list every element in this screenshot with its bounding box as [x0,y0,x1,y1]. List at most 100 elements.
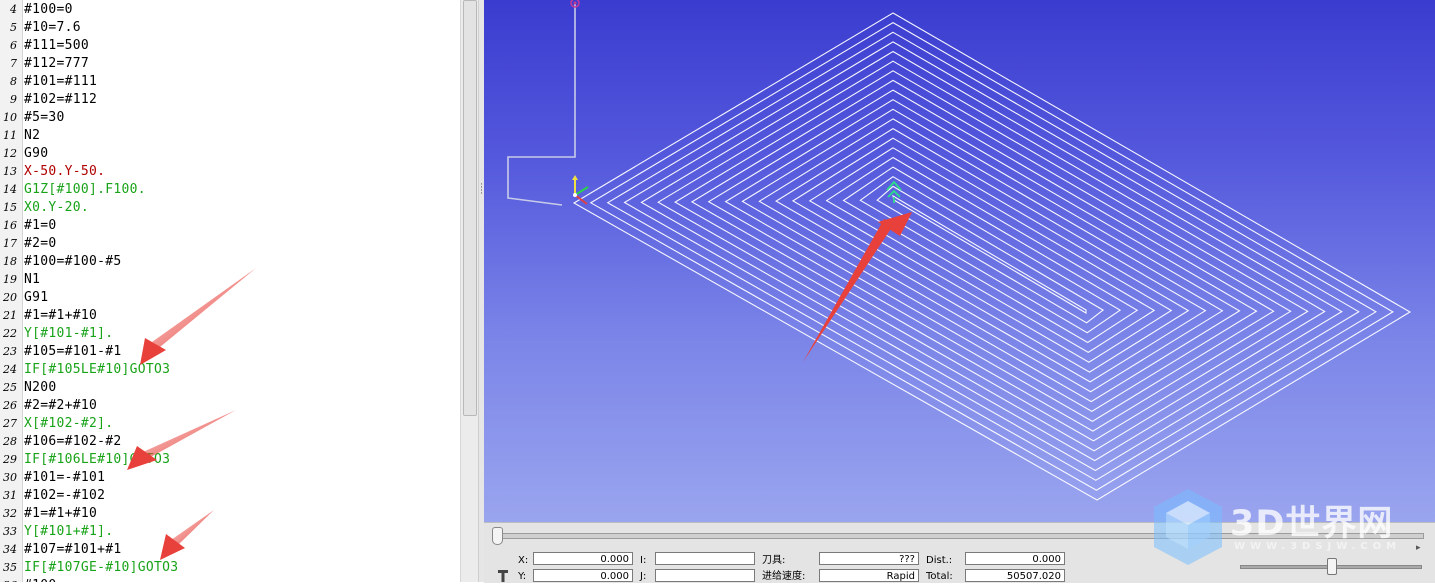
code-text[interactable]: #101=#111 [24,73,97,91]
code-line[interactable]: 25 N200 [0,379,460,397]
scrollbar-thumb[interactable] [463,0,477,416]
code-line[interactable]: 28 #106=#102-#2 [0,433,460,451]
code-line[interactable]: 32 #1=#1+#10 [0,505,460,523]
code-text[interactable]: G90 [24,145,48,163]
line-number: 34 [3,543,17,556]
line-number: 16 [3,219,17,232]
tool-label: 刀具: [762,555,786,566]
spiral-loop [758,118,1224,393]
line-number: 24 [3,363,17,376]
code-text[interactable]: #102=-#102 [24,487,105,505]
code-line[interactable]: 7 #112=777 [0,55,460,73]
code-line[interactable]: 17 #2=0 [0,235,460,253]
code-text[interactable]: Y[#101-#1]. [24,325,113,343]
code-text[interactable]: #1=#1+#10 [24,307,97,325]
watermark-cube-icon [1154,489,1222,565]
origin-axes-icon [572,175,589,205]
code-line[interactable]: 10 #5=30 [0,109,460,127]
code-text[interactable]: #100=0 [24,1,73,19]
code-text[interactable]: N2 [24,127,40,145]
line-number: 19 [3,273,17,286]
code-line[interactable]: 36 #100 [0,577,460,582]
code-text[interactable]: #2=0 [24,235,57,253]
code-line[interactable]: 35 IF[#107GE-#10]GOTO3 [0,559,460,577]
code-text[interactable]: #101=-#101 [24,469,105,487]
code-text[interactable]: #100 [24,577,57,582]
i-field[interactable] [655,552,755,565]
code-text[interactable]: G1Z[#100].F100. [24,181,146,199]
code-line[interactable]: 27 X[#102-#2]. [0,415,460,433]
code-text[interactable]: Y[#101+#1]. [24,523,113,541]
tool-icon[interactable] [497,570,509,582]
code-line[interactable]: 15 X0.Y-20. [0,199,460,217]
code-line[interactable]: 31 #102=-#102 [0,487,460,505]
code-text[interactable]: #107=#101+#1 [24,541,122,559]
code-line[interactable]: 14 G1Z[#100].F100. [0,181,460,199]
code-text[interactable]: X[#102-#2]. [24,415,113,433]
code-text[interactable]: N200 [24,379,57,397]
line-number: 22 [3,327,17,340]
x-field[interactable]: 0.000 [533,552,633,565]
code-text[interactable]: #10=7.6 [24,19,81,37]
line-number: 36 [0,577,17,582]
code-text[interactable]: X0.Y-20. [24,199,89,217]
spiral-loop [589,21,1394,491]
code-line[interactable]: 29 IF[#106LE#10]GOTO3 [0,451,460,469]
dist-label: Dist.: [926,555,953,566]
line-number: 23 [3,345,17,358]
x-label: X: [518,555,529,566]
code-line[interactable]: 11 N2 [0,127,460,145]
code-text[interactable]: #111=500 [24,37,89,55]
line-number: 28 [3,435,17,448]
code-text[interactable]: #2=#2+#10 [24,397,97,415]
code-line[interactable]: 13 X-50.Y-50. [0,163,460,181]
code-line[interactable]: 23 #105=#101-#1 [0,343,460,361]
code-line[interactable]: 19 N1 [0,271,460,289]
code-text[interactable]: X-50.Y-50. [24,163,105,181]
code-line[interactable]: 21 #1=#1+#10 [0,307,460,325]
watermark-text: 3D世界网 [1230,504,1394,544]
code-line[interactable]: 30 #101=-#101 [0,469,460,487]
line-number: 5 [10,21,17,34]
code-text[interactable]: IF[#105LE#10]GOTO3 [24,361,170,379]
code-text[interactable]: IF[#107GE-#10]GOTO3 [24,559,178,577]
code-line[interactable]: 34 #107=#101+#1 [0,541,460,559]
y-field[interactable]: 0.000 [533,569,633,582]
code-text[interactable]: N1 [24,271,40,289]
code-text[interactable]: #102=#112 [24,91,97,109]
toolpath-3d-viewport[interactable] [484,0,1435,522]
code-text[interactable]: #5=30 [24,109,65,127]
code-line[interactable]: 5 #10=7.6 [0,19,460,37]
line-number: 11 [3,129,17,142]
code-line[interactable]: 9 #102=#112 [0,91,460,109]
timeline-thumb[interactable] [492,527,503,545]
code-line[interactable]: 20 G91 [0,289,460,307]
spiral-loop [808,147,1173,363]
code-text[interactable]: #1=0 [24,217,57,235]
code-line[interactable]: 26 #2=#2+#10 [0,397,460,415]
code-line[interactable]: 12 G90 [0,145,460,163]
feed-field[interactable]: Rapid [819,569,919,582]
code-line[interactable]: 24 IF[#105LE#10]GOTO3 [0,361,460,379]
j-field[interactable] [655,569,755,582]
code-text[interactable]: G91 [24,289,48,307]
code-text[interactable]: #100=#100-#5 [24,253,122,271]
code-text[interactable]: #112=777 [24,55,89,73]
code-text[interactable]: IF[#106LE#10]GOTO3 [24,451,170,469]
code-line[interactable]: 6 #111=500 [0,37,460,55]
code-line[interactable]: 8 #101=#111 [0,73,460,91]
editor-vertical-scrollbar[interactable] [460,0,478,582]
code-line[interactable]: 22 Y[#101-#1]. [0,325,460,343]
code-line[interactable]: 16 #1=0 [0,217,460,235]
dist-field[interactable]: 0.000 [965,552,1065,565]
code-line[interactable]: 33 Y[#101+#1]. [0,523,460,541]
code-text[interactable]: #106=#102-#2 [24,433,122,451]
tool-field[interactable]: ??? [819,552,919,565]
code-editor[interactable]: 4 #100=0 5 #10=7.6 6 #111=500 7 #112=777 8 #101=#… [0,0,460,582]
total-field[interactable]: 50507.020 [965,569,1065,582]
code-text[interactable]: #105=#101-#1 [24,343,122,361]
code-line[interactable]: 18 #100=#100-#5 [0,253,460,271]
approach-path [507,4,576,206]
code-text[interactable]: #1=#1+#10 [24,505,97,523]
code-line[interactable]: 4 #100=0 [0,1,460,19]
